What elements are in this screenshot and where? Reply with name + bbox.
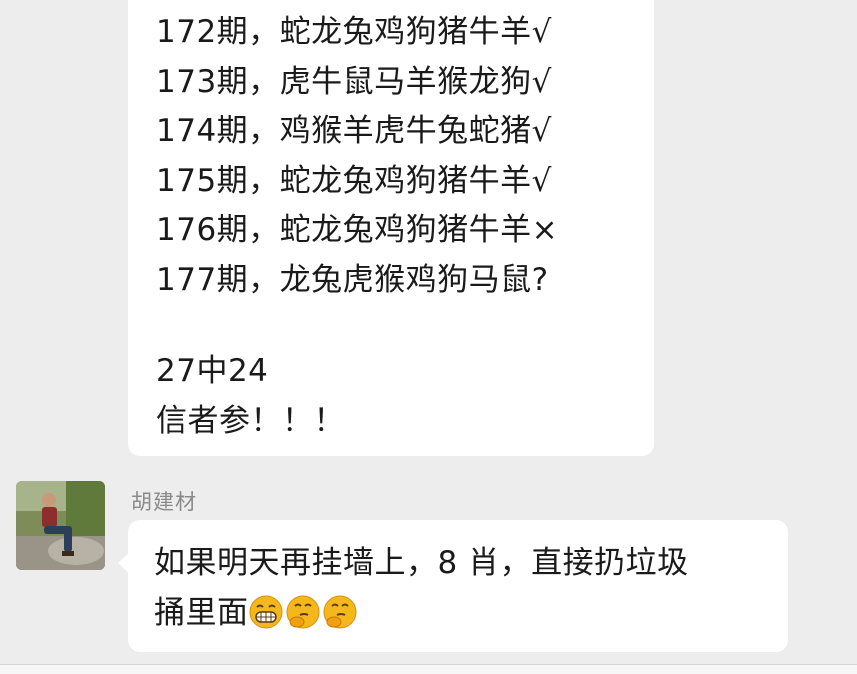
message-line: 177期，龙兔虎猴鸡狗马鼠? [156,261,549,298]
message-line: 172期，蛇龙兔鸡狗猪牛羊√ [156,14,552,50]
avatar[interactable] [16,481,105,570]
sender-name: 胡建材 [131,490,197,514]
message-line: 175期，蛇龙兔鸡狗猪牛羊√ [156,162,552,199]
message-line: 176期，蛇龙兔鸡狗猪牛羊× [156,212,559,248]
grin-emoji [249,594,283,629]
input-bar-edge [0,664,857,674]
message-line: 27中24 [156,353,269,389]
message-line: 174期，鸡猴羊虎牛兔蛇猪√ [156,113,552,149]
message-line: 173期，虎牛鼠马羊猴龙狗√ [156,63,552,100]
message-line: 信者参！！！ [156,402,345,439]
message-line-with-emoji: 捅里面 [154,588,788,638]
thinking-emoji [286,594,320,629]
chat-area: 172期，蛇龙兔鸡狗猪牛羊√ 173期，虎牛鼠马羊猴龙狗√ 174期，鸡猴羊虎牛… [0,0,857,664]
avatar-photo [16,481,105,570]
message-text: 捅里面 [154,595,249,631]
thinking-emoji [323,594,357,629]
message-bubble[interactable]: 172期，蛇龙兔鸡狗猪牛羊√ 173期，虎牛鼠马羊猴龙狗√ 174期，鸡猴羊虎牛… [128,0,654,456]
message-bubble[interactable]: 如果明天再挂墙上，8 肖，直接扔垃圾 捅里面 [128,520,788,652]
message-line: 如果明天再挂墙上，8 肖，直接扔垃圾 [154,545,689,581]
